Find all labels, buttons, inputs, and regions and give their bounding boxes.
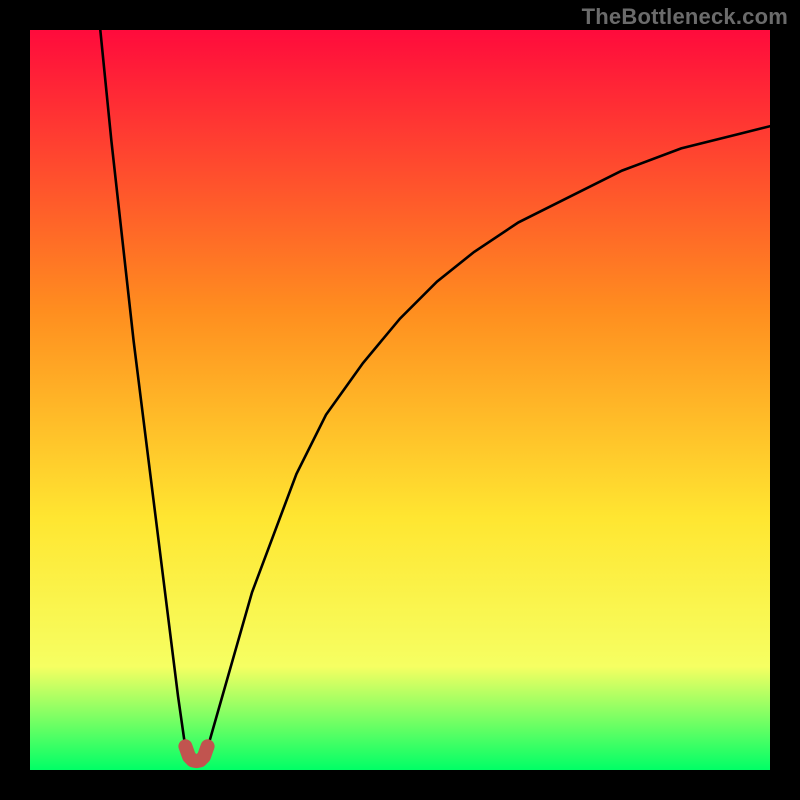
watermark-text: TheBottleneck.com bbox=[582, 4, 788, 30]
plot-area bbox=[30, 30, 770, 770]
plot-svg bbox=[30, 30, 770, 770]
chart-frame: TheBottleneck.com bbox=[0, 0, 800, 800]
